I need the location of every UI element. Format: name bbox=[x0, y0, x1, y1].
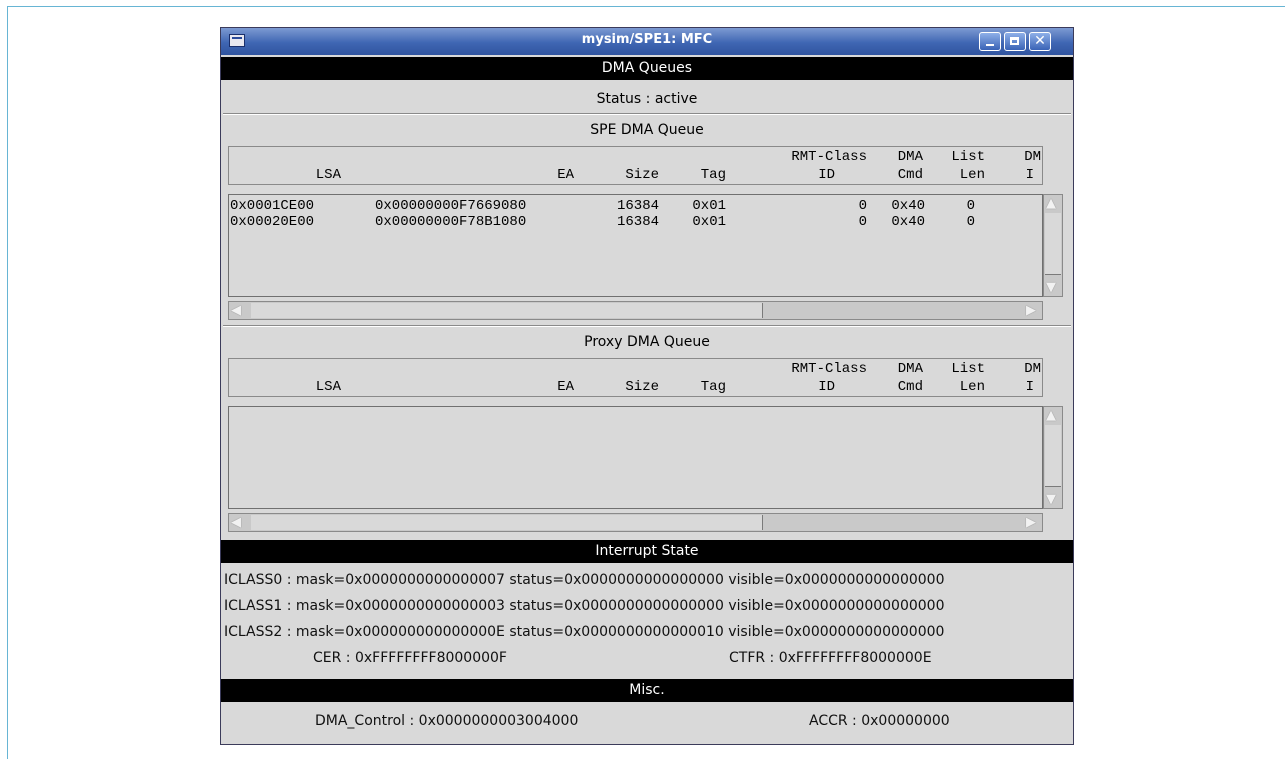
col-tag: Tag bbox=[700, 379, 726, 395]
maximize-icon bbox=[1010, 37, 1019, 45]
col-list: List bbox=[951, 361, 985, 377]
mfc-window: mysim/SPE1: MFC ✕ DMA Queues Status : ac… bbox=[220, 27, 1074, 745]
scroll-right-icon[interactable]: ▶ bbox=[1026, 304, 1036, 317]
cell-rmt-id: 0 bbox=[858, 198, 867, 214]
cell-ea: 0x00000000F7669080 bbox=[375, 198, 527, 214]
col-dm-i: I bbox=[1025, 379, 1034, 395]
scroll-down-icon[interactable]: ▼ bbox=[1046, 493, 1056, 506]
scroll-thumb[interactable] bbox=[251, 303, 763, 318]
spe-queue-list[interactable]: 0x0001CE00 0x00000000F7669080 16384 0x01… bbox=[228, 194, 1043, 297]
proxy-queue-horizontal-scrollbar[interactable]: ◀ ▶ bbox=[228, 513, 1043, 532]
minimize-button[interactable] bbox=[979, 32, 1001, 51]
window-title: mysim/SPE1: MFC bbox=[581, 32, 713, 47]
col-dm-i: I bbox=[1025, 167, 1034, 183]
iclass1-line: ICLASS1 : mask=0x0000000000000003 status… bbox=[224, 598, 945, 614]
col-size: Size bbox=[625, 167, 659, 183]
ctfr-value: CTFR : 0xFFFFFFFF8000000E bbox=[729, 650, 932, 666]
proxy-queue-list[interactable] bbox=[228, 406, 1043, 509]
col-dma: DMA bbox=[897, 149, 923, 165]
col-rmt-id: ID bbox=[818, 379, 835, 395]
col-list: List bbox=[951, 149, 985, 165]
scroll-thumb[interactable] bbox=[1045, 213, 1061, 275]
title-bar[interactable]: mysim/SPE1: MFC ✕ bbox=[221, 28, 1073, 55]
interrupt-state-header: Interrupt State bbox=[221, 540, 1073, 563]
iclass0-line: ICLASS0 : mask=0x0000000000000007 status… bbox=[224, 572, 945, 588]
proxy-queue-column-header: LSA EA Size Tag RMT-Class ID DMA Cmd Lis… bbox=[228, 358, 1043, 397]
dma-queues-header: DMA Queues bbox=[221, 57, 1073, 80]
proxy-dma-queue-title: Proxy DMA Queue bbox=[584, 334, 710, 350]
scroll-up-icon[interactable]: ▲ bbox=[1046, 409, 1056, 422]
scroll-down-icon[interactable]: ▼ bbox=[1046, 281, 1056, 294]
cell-tag: 0x01 bbox=[692, 198, 726, 214]
cell-tag: 0x01 bbox=[692, 214, 726, 230]
col-size: Size bbox=[625, 379, 659, 395]
col-tag: Tag bbox=[700, 167, 726, 183]
col-dma: DMA bbox=[897, 361, 923, 377]
maximize-button[interactable] bbox=[1004, 32, 1026, 51]
table-row[interactable]: 0x0001CE00 0x00000000F7669080 16384 0x01… bbox=[229, 198, 1042, 214]
col-dm: DM bbox=[1024, 361, 1041, 377]
cell-ea: 0x00000000F78B1080 bbox=[375, 214, 527, 230]
cell-lsa: 0x00020E00 bbox=[230, 214, 315, 230]
col-list-len: Len bbox=[959, 379, 985, 395]
dma-status: Status : active bbox=[596, 91, 698, 107]
misc-header: Misc. bbox=[221, 679, 1073, 702]
col-rmt-class: RMT-Class bbox=[791, 361, 867, 377]
scroll-right-icon[interactable]: ▶ bbox=[1026, 516, 1036, 529]
spe-queue-horizontal-scrollbar[interactable]: ◀ ▶ bbox=[228, 301, 1043, 320]
proxy-queue-vertical-scrollbar[interactable]: ▲ ▼ bbox=[1043, 406, 1063, 509]
cell-size: 16384 bbox=[616, 214, 659, 230]
cell-lsa: 0x0001CE00 bbox=[230, 198, 315, 214]
scroll-left-icon[interactable]: ◀ bbox=[231, 304, 241, 317]
divider bbox=[223, 325, 1071, 327]
col-dm: DM bbox=[1024, 149, 1041, 165]
accr-value: ACCR : 0x00000000 bbox=[809, 713, 950, 729]
spe-dma-queue-title: SPE DMA Queue bbox=[590, 122, 704, 138]
close-button[interactable]: ✕ bbox=[1029, 32, 1051, 51]
cell-list-len: 0 bbox=[966, 198, 975, 214]
cell-dma-cmd: 0x40 bbox=[891, 198, 925, 214]
col-dma-cmd: Cmd bbox=[897, 167, 923, 183]
table-row[interactable]: 0x00020E00 0x00000000F78B1080 16384 0x01… bbox=[229, 214, 1042, 230]
col-lsa: LSA bbox=[315, 167, 341, 183]
spe-queue-column-header: LSA EA Size Tag RMT-Class ID DMA Cmd Lis… bbox=[228, 146, 1043, 185]
cell-dma-cmd: 0x40 bbox=[891, 214, 925, 230]
divider bbox=[223, 113, 1071, 115]
spe-queue-vertical-scrollbar[interactable]: ▲ ▼ bbox=[1043, 194, 1063, 297]
cell-rmt-id: 0 bbox=[858, 214, 867, 230]
cer-value: CER : 0xFFFFFFFF8000000F bbox=[313, 650, 507, 666]
col-lsa: LSA bbox=[315, 379, 341, 395]
col-rmt-class: RMT-Class bbox=[791, 149, 867, 165]
col-ea: EA bbox=[557, 379, 574, 395]
col-dma-cmd: Cmd bbox=[897, 379, 923, 395]
scroll-up-icon[interactable]: ▲ bbox=[1046, 197, 1056, 210]
col-rmt-id: ID bbox=[818, 167, 835, 183]
dma-control-value: DMA_Control : 0x0000000003004000 bbox=[315, 713, 579, 729]
scroll-thumb[interactable] bbox=[1045, 425, 1061, 487]
col-ea: EA bbox=[557, 167, 574, 183]
scroll-left-icon[interactable]: ◀ bbox=[231, 516, 241, 529]
scroll-thumb[interactable] bbox=[251, 515, 763, 530]
close-icon: ✕ bbox=[1034, 33, 1046, 49]
cell-list-len: 0 bbox=[966, 214, 975, 230]
minimize-icon bbox=[986, 44, 994, 46]
cell-size: 16384 bbox=[616, 198, 659, 214]
iclass2-line: ICLASS2 : mask=0x000000000000000E status… bbox=[224, 624, 945, 640]
col-list-len: Len bbox=[959, 167, 985, 183]
